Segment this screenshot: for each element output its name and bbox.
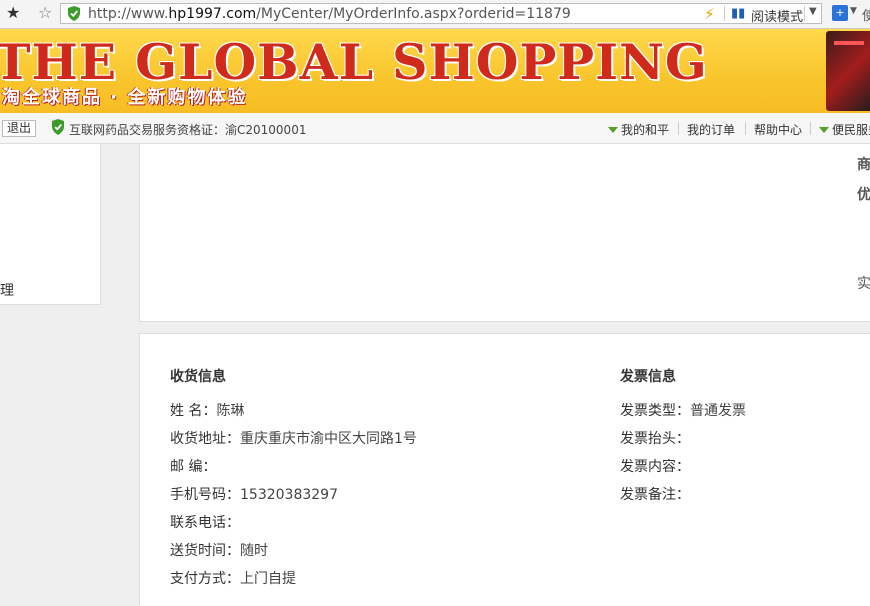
shipping-address-row: 收货地址：重庆重庆市渝中区大同路1号 bbox=[170, 431, 417, 447]
invoice-note-row: 发票备注： bbox=[620, 487, 690, 503]
nav-convenience[interactable]: 便民服务 bbox=[819, 121, 870, 138]
verified-shield-icon bbox=[52, 119, 64, 135]
promo-image[interactable] bbox=[826, 31, 870, 111]
nav-my-heping[interactable]: 我的和平 bbox=[608, 121, 669, 138]
bookmarks-star-icon[interactable]: ★ bbox=[6, 3, 20, 22]
lightning-icon[interactable]: ⚡ bbox=[704, 5, 715, 23]
invoice-type-row: 发票类型：普通发票 bbox=[620, 403, 746, 419]
shipping-time-row: 送货时间：随时 bbox=[170, 543, 268, 559]
invoice-content-row: 发票内容： bbox=[620, 459, 690, 475]
shipping-phone-row: 联系电话： bbox=[170, 515, 240, 531]
summary-label-fragment: 实 bbox=[857, 276, 870, 292]
sidebar-menu: 理 bbox=[0, 144, 101, 305]
chevron-down-icon[interactable]: ▼ bbox=[809, 6, 817, 17]
search-dropdown-icon[interactable]: ▼ bbox=[850, 6, 857, 16]
logout-button[interactable]: 退出 bbox=[2, 120, 37, 137]
toolbar-text-fragment: 使 bbox=[862, 9, 870, 24]
favorite-star-icon[interactable]: ☆ bbox=[38, 3, 52, 22]
book-icon[interactable]: ▮▮ bbox=[731, 6, 745, 21]
top-nav-bar: 退出 互联网药品交易服务资格证：渝C20100001 我的和平 我的订单 帮助中… bbox=[0, 113, 870, 144]
shipping-payment-row: 支付方式：上门自提 bbox=[170, 571, 296, 587]
invoice-header-row: 发票抬头： bbox=[620, 431, 690, 447]
shipping-name-row: 姓 名：陈琳 bbox=[170, 403, 245, 419]
summary-label-fragment: 优 bbox=[857, 187, 870, 203]
caret-down-icon bbox=[608, 127, 618, 133]
summary-label-fragment: 商 bbox=[857, 157, 870, 173]
browser-toolbar: ★ ☆ http://www.hp1997.com/MyCenter/MyOrd… bbox=[0, 0, 870, 29]
nav-help-center[interactable]: 帮助中心 bbox=[754, 121, 802, 138]
shipping-mobile-row: 手机号码：15320383297 bbox=[170, 487, 338, 503]
site-banner: THE GLOBAL SHOPPING 淘全球商品 · 全新购物体验 bbox=[0, 29, 870, 113]
shipping-info-title: 收货信息 bbox=[170, 369, 226, 385]
url-text[interactable]: http://www.hp1997.com/MyCenter/MyOrderIn… bbox=[88, 6, 571, 22]
search-engine-icon[interactable]: + bbox=[832, 5, 848, 21]
invoice-info-title: 发票信息 bbox=[620, 369, 676, 385]
order-summary-panel: 商 优 实 bbox=[139, 144, 870, 322]
banner-slogan: 淘全球商品 · 全新购物体验 bbox=[2, 87, 248, 108]
order-info-panel: 收货信息 姓 名：陈琳 收货地址：重庆重庆市渝中区大同路1号 邮 编： 手机号码… bbox=[139, 333, 870, 606]
secure-shield-icon bbox=[68, 6, 80, 21]
reader-mode-button[interactable]: 阅读模式 bbox=[751, 6, 803, 25]
shipping-postcode-row: 邮 编： bbox=[170, 459, 217, 475]
license-text: 互联网药品交易服务资格证：渝C20100001 bbox=[69, 123, 307, 137]
nav-my-orders[interactable]: 我的订单 bbox=[687, 121, 735, 138]
sidebar-item-fragment[interactable]: 理 bbox=[0, 280, 14, 300]
address-bar[interactable]: http://www.hp1997.com/MyCenter/MyOrderIn… bbox=[60, 3, 822, 25]
caret-down-icon bbox=[819, 127, 829, 133]
